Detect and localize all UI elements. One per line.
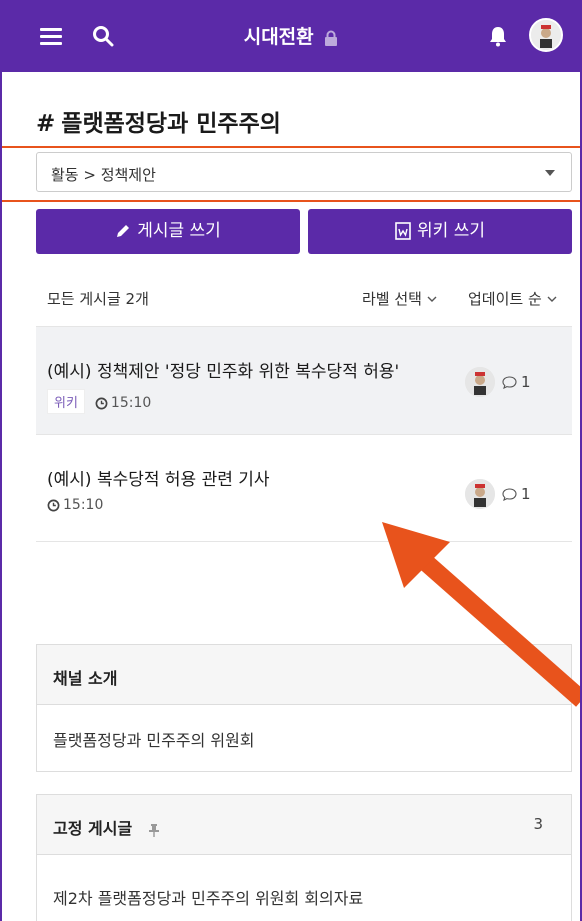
pinned-posts-card: 고정 게시글 3 제2차 플랫폼정당과 민주주의 위원회 회의자료 bbox=[36, 794, 572, 921]
highlight-line-top bbox=[2, 146, 580, 148]
sort-dropdown[interactable]: 업데이트 순 bbox=[468, 288, 557, 309]
comment-bubble-icon bbox=[502, 488, 517, 501]
app-frame: 시대전환 # 플랫폼정당과 민주주의 활동 > 정책제안 게시글 쓰기 위키 쓰… bbox=[0, 0, 582, 921]
post-time: 15:10 bbox=[110, 395, 152, 411]
word-document-icon bbox=[395, 222, 411, 240]
comment-count: 1 bbox=[502, 485, 531, 503]
write-post-button[interactable]: 게시글 쓰기 bbox=[36, 209, 300, 254]
clock-icon bbox=[47, 499, 60, 511]
post-time: 15:10 bbox=[63, 497, 104, 513]
lock-icon bbox=[325, 30, 338, 46]
avatar-figure-icon bbox=[465, 367, 495, 397]
avatar-figure-icon bbox=[531, 20, 561, 50]
write-wiki-button[interactable]: 위키 쓰기 bbox=[308, 209, 572, 254]
post-count: 모든 게시글 2개 bbox=[47, 290, 149, 308]
write-wiki-label: 위키 쓰기 bbox=[417, 221, 485, 241]
channel-intro-body: 플랫폼정당과 민주주의 위원회 bbox=[53, 731, 255, 750]
pencil-icon bbox=[117, 225, 130, 237]
post-list-item[interactable]: (예시) 복수당적 허용 관련 기사 15:10 1 bbox=[36, 434, 572, 542]
sort-text: 업데이트 순 bbox=[468, 290, 542, 308]
comment-count-value: 1 bbox=[521, 485, 531, 503]
author-avatar[interactable] bbox=[465, 367, 495, 397]
post-meta: 15:10 bbox=[47, 497, 103, 513]
highlight-line-bottom bbox=[2, 200, 580, 202]
pinned-post-item[interactable]: 제2차 플랫폼정당과 민주주의 위원회 회의자료 bbox=[37, 855, 571, 921]
pin-icon bbox=[148, 823, 159, 837]
bell-icon[interactable] bbox=[486, 24, 510, 48]
post-list-item[interactable]: (예시) 정책제안 '정당 민주화 위한 복수당적 허용' 위키 15:10 1 bbox=[36, 326, 572, 434]
wiki-tag: 위키 bbox=[47, 389, 85, 414]
chevron-down-icon bbox=[547, 296, 557, 302]
author-avatar[interactable] bbox=[465, 479, 495, 509]
write-post-label: 게시글 쓰기 bbox=[137, 221, 221, 241]
avatar-figure-icon bbox=[465, 479, 495, 509]
page-title-text: 플랫폼정당과 민주주의 bbox=[61, 111, 281, 137]
hash-symbol: # bbox=[36, 111, 56, 137]
category-select[interactable]: 활동 > 정책제안 bbox=[36, 152, 572, 192]
label-select-dropdown[interactable]: 라벨 선택 bbox=[362, 288, 437, 309]
caret-down-icon bbox=[545, 170, 555, 176]
post-title[interactable]: (예시) 복수당적 허용 관련 기사 bbox=[47, 465, 270, 490]
chevron-down-icon bbox=[427, 296, 437, 302]
comment-count-value: 1 bbox=[521, 373, 531, 391]
comment-count: 1 bbox=[502, 373, 531, 391]
post-title[interactable]: (예시) 정책제안 '정당 민주화 위한 복수당적 허용' bbox=[47, 357, 399, 382]
channel-intro-title: 채널 소개 bbox=[37, 645, 571, 705]
user-avatar[interactable] bbox=[529, 18, 563, 52]
pinned-posts-title: 고정 게시글 bbox=[53, 819, 133, 838]
comment-bubble-icon bbox=[502, 376, 517, 389]
channel-intro-card: 채널 소개 플랫폼정당과 민주주의 위원회 bbox=[36, 644, 572, 772]
pinned-posts-header: 고정 게시글 3 bbox=[37, 795, 571, 855]
clock-icon bbox=[95, 397, 108, 409]
pinned-count: 3 bbox=[533, 815, 543, 833]
post-meta: 위키 15:10 bbox=[47, 389, 151, 414]
pinned-post-title[interactable]: 제2차 플랫폼정당과 민주주의 위원회 회의자료 bbox=[53, 885, 555, 909]
category-select-value: 활동 > 정책제안 bbox=[51, 166, 156, 184]
label-select-text: 라벨 선택 bbox=[362, 290, 422, 308]
channel-title-text: 시대전환 bbox=[243, 26, 314, 48]
top-bar: 시대전환 bbox=[2, 0, 580, 72]
page-title: # 플랫폼정당과 민주주의 bbox=[36, 104, 281, 138]
